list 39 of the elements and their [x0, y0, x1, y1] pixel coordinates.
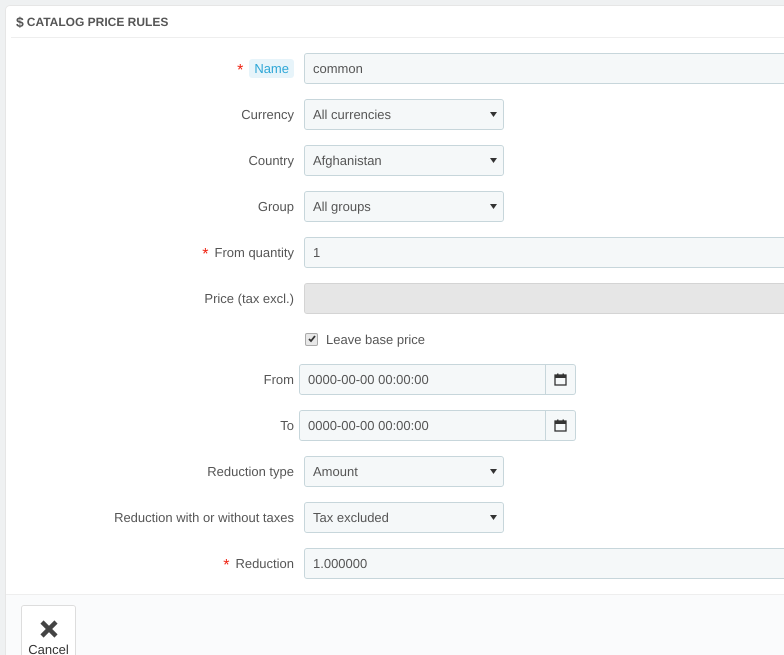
field-label: From quantity [214, 245, 294, 260]
caret-icon [490, 112, 497, 117]
date-field[interactable]: 0000-00-00 00:00:00 [299, 410, 546, 441]
panel-title: CATALOG PRICE RULES [26, 14, 168, 28]
field-label: Country [248, 153, 294, 168]
calendar-button[interactable] [546, 364, 576, 395]
required-mark: * [237, 61, 244, 76]
calendar-button[interactable] [546, 410, 576, 441]
field-label: Reduction with or without taxes [114, 510, 294, 525]
field-label: From [264, 372, 294, 387]
field-label: Reduction type [207, 464, 294, 479]
required-mark: * [223, 556, 230, 571]
close-icon [40, 620, 58, 638]
cancel-button[interactable]: Cancel [21, 605, 76, 655]
input-field[interactable]: 1 [304, 237, 784, 268]
select-field[interactable]: Afghanistan [304, 145, 504, 176]
field-label: Price (tax excl.) [204, 291, 294, 306]
select-field[interactable]: All currencies [304, 99, 504, 130]
select-field[interactable]: All groups [304, 191, 504, 222]
calendar-icon [554, 419, 567, 432]
input-field[interactable]: common [304, 53, 784, 84]
field-label: Reduction [235, 556, 294, 571]
calendar-icon [554, 373, 567, 386]
field-label: To [280, 418, 294, 433]
input-field[interactable]: 1.000000 [304, 548, 784, 579]
date-field[interactable]: 0000-00-00 00:00:00 [299, 364, 546, 395]
checkbox-label: Leave base price [326, 332, 426, 346]
caret-icon [490, 204, 497, 209]
field-label: Group [258, 199, 294, 214]
dollar-icon: $ [16, 14, 24, 30]
checkbox[interactable] [305, 332, 318, 346]
select-field[interactable]: Tax excluded [304, 502, 504, 533]
caret-icon [490, 158, 497, 163]
caret-icon [490, 515, 497, 520]
select-field[interactable]: Amount [304, 456, 504, 487]
caret-icon [490, 469, 497, 474]
help-label: Name [249, 59, 294, 78]
field-label: Currency [241, 107, 294, 122]
required-mark: * [202, 245, 209, 260]
